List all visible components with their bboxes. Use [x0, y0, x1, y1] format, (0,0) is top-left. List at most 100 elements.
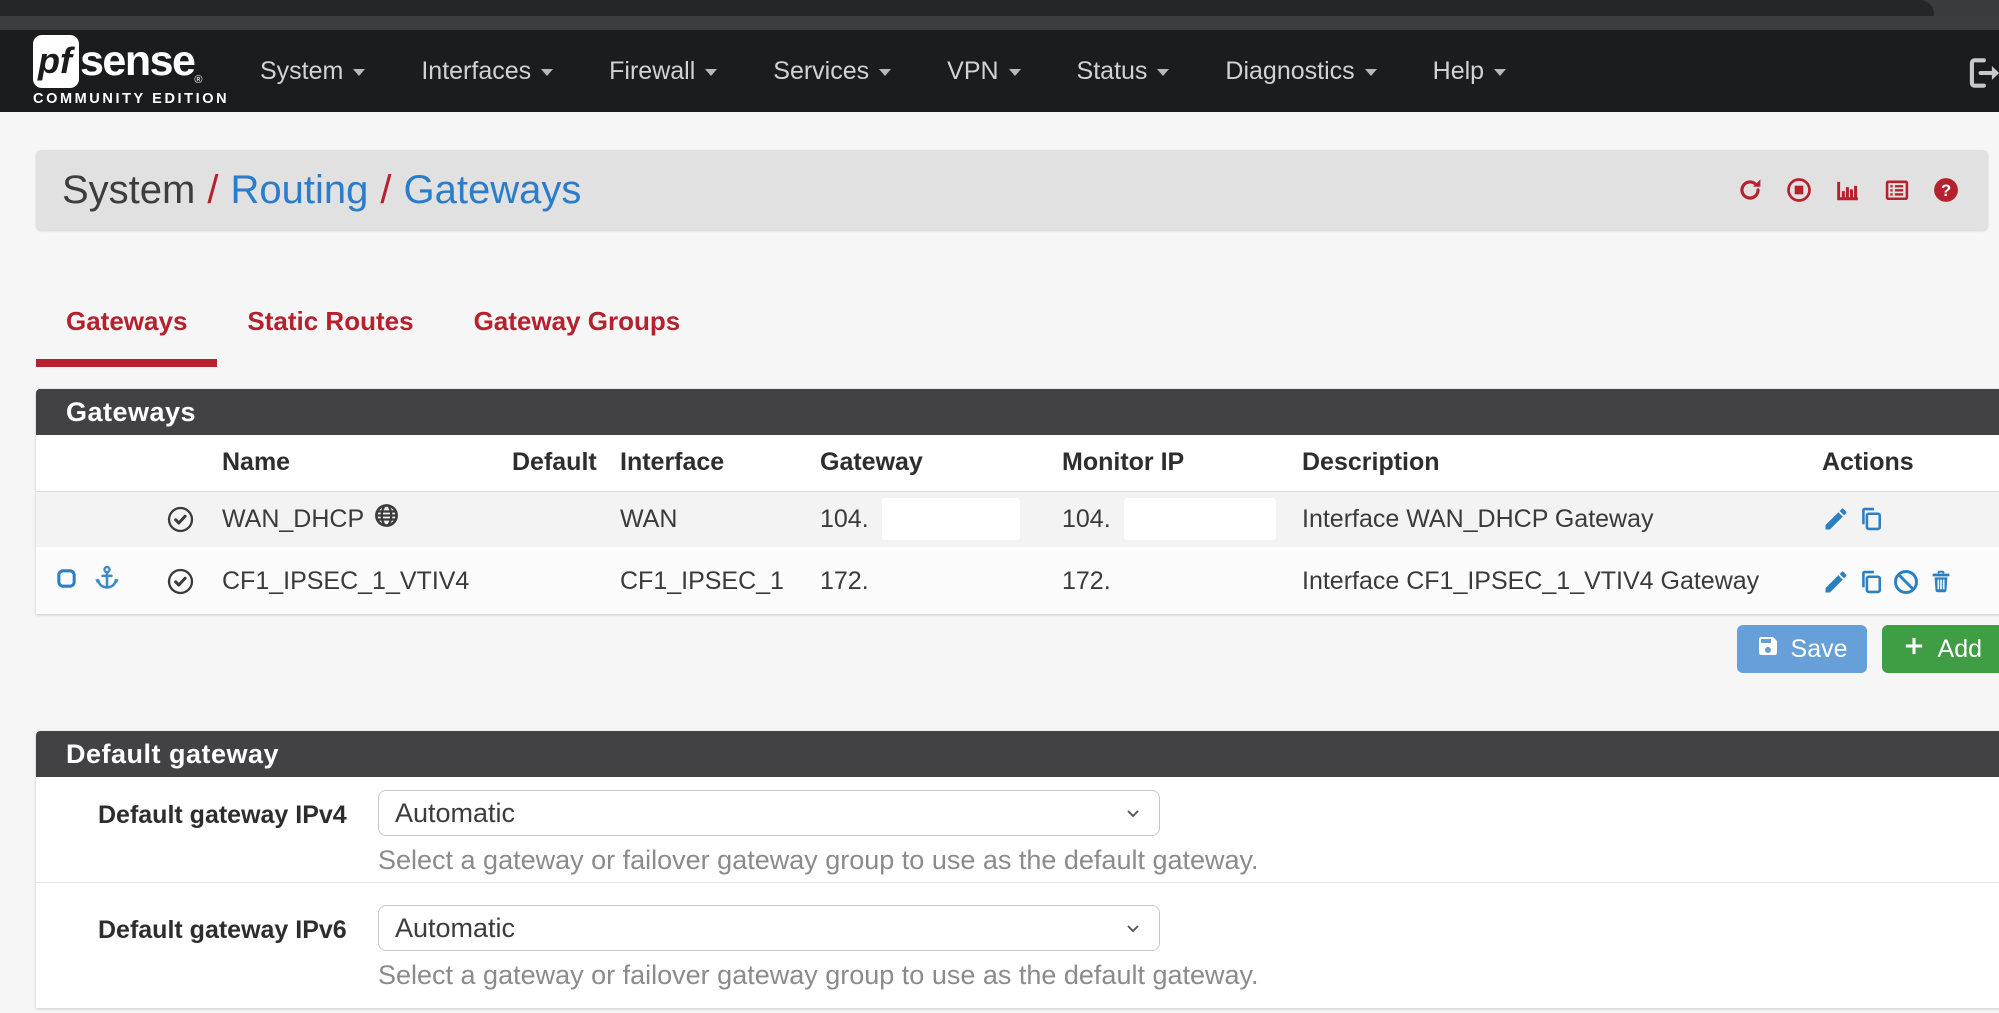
default-gateway-panel-title: Default gateway: [36, 731, 1999, 777]
gateways-buttons-row: Save Add: [36, 625, 1999, 673]
copy-icon[interactable]: [1857, 505, 1885, 533]
nav-item-services[interactable]: Services: [773, 57, 891, 86]
tab-bar: Gateways Static Routes Gateway Groups: [36, 280, 710, 367]
anchor-icon: [93, 564, 121, 599]
ban-icon[interactable]: [1892, 568, 1920, 596]
col-header-empty: [36, 435, 150, 491]
tab-gateway-groups[interactable]: Gateway Groups: [444, 280, 711, 367]
gateway-name: WAN_DHCP: [222, 505, 364, 534]
gateway-ip: 172.: [820, 567, 869, 595]
gateway-name: CF1_IPSEC_1_VTIV4: [222, 567, 469, 595]
redaction-box: [882, 498, 1020, 540]
chevron-down-icon: [541, 69, 553, 76]
nav-item-system[interactable]: System: [260, 57, 365, 86]
stop-icon[interactable]: [1785, 176, 1813, 204]
nav-item-help[interactable]: Help: [1433, 57, 1506, 86]
row-description-cell: Interface WAN_DHCP Gateway: [1290, 491, 1810, 548]
row-gateway-cell: 172.: [808, 548, 1050, 614]
bar-chart-icon[interactable]: [1834, 176, 1862, 204]
default-gateway-ipv6-label: Default gateway IPv6: [98, 916, 347, 945]
breadcrumb-system: System: [62, 168, 195, 213]
breadcrumb-routing-link[interactable]: Routing: [230, 168, 368, 213]
row-actions-cell: [1810, 491, 1999, 548]
chevron-down-icon: [1121, 801, 1145, 832]
col-header-name: Name: [210, 435, 500, 491]
nav-item-firewall[interactable]: Firewall: [609, 57, 717, 86]
redaction-box: [1124, 498, 1276, 540]
tab-static-routes[interactable]: Static Routes: [217, 280, 443, 367]
chevron-down-icon: [353, 69, 365, 76]
col-header-interface: Interface: [608, 435, 808, 491]
table-row-wan-dhcp: WAN_DHCP WAN 104. 104. Interface WAN_DHC…: [36, 491, 1999, 548]
trash-icon[interactable]: [1927, 568, 1955, 596]
breadcrumb-separator: /: [207, 168, 218, 213]
pfsense-logo[interactable]: pfsense® COMMUNITY EDITION: [33, 35, 215, 107]
tab-gateways[interactable]: Gateways: [36, 280, 217, 367]
window-title-strip: [0, 16, 1999, 30]
nav-item-status[interactable]: Status: [1077, 57, 1170, 86]
refresh-icon[interactable]: [1736, 176, 1764, 204]
monitor-ip: 172.: [1062, 567, 1111, 595]
row-monitor-cell: 172.: [1050, 548, 1290, 614]
check-circle-icon: [162, 505, 198, 534]
globe-icon: [373, 502, 400, 536]
nav-item-label: Help: [1433, 57, 1484, 86]
log-icon[interactable]: [1883, 176, 1911, 204]
logo-sense-text: sense: [80, 40, 194, 83]
gateways-panel: Gateways Name Default Interface Gateway …: [36, 389, 1999, 614]
select-value: Automatic: [395, 913, 515, 944]
chevron-down-icon: [879, 69, 891, 76]
logo-registered-mark: ®: [194, 74, 202, 86]
col-header-empty: [150, 435, 210, 491]
sign-out-icon[interactable]: [1964, 54, 1999, 97]
add-button[interactable]: Add: [1882, 625, 1999, 673]
default-gateway-ipv6-help: Select a gateway or failover gateway gro…: [378, 960, 1259, 991]
default-gateway-ipv4-help: Select a gateway or failover gateway gro…: [378, 845, 1259, 876]
row-default-cell: [500, 548, 608, 614]
breadcrumb-action-icons: ?: [1736, 176, 1960, 204]
table-row-cf1-ipsec: CF1_IPSEC_1_VTIV4 CF1_IPSEC_1 172. 172. …: [36, 548, 1999, 614]
nav-item-label: VPN: [947, 57, 998, 86]
edit-icon[interactable]: [1822, 568, 1850, 596]
save-button[interactable]: Save: [1737, 625, 1867, 673]
nav-item-label: Services: [773, 57, 869, 86]
square-icon: [55, 567, 78, 597]
gateway-ip: 104.: [820, 505, 869, 534]
default-gateway-ipv6-row: Default gateway IPv6 Automatic Select a …: [36, 883, 1999, 1008]
breadcrumb-panel: System / Routing / Gateways ?: [36, 150, 1988, 230]
nav-item-label: Interfaces: [421, 57, 531, 86]
page-content: System / Routing / Gateways ? Gateways S…: [0, 112, 1999, 1013]
select-value: Automatic: [395, 798, 515, 829]
save-icon: [1756, 634, 1780, 665]
default-gateway-ipv6-select[interactable]: Automatic: [378, 905, 1160, 951]
nav-item-label: Status: [1077, 57, 1148, 86]
monitor-ip: 104.: [1062, 505, 1111, 534]
default-gateway-ipv4-label: Default gateway IPv4: [98, 801, 347, 830]
row-name-cell: CF1_IPSEC_1_VTIV4: [210, 548, 500, 614]
breadcrumb-gateways-link[interactable]: Gateways: [403, 168, 581, 213]
row-left-icons-cell: [36, 491, 150, 548]
gateways-table: Name Default Interface Gateway Monitor I…: [36, 435, 1999, 614]
logo-edition-text: COMMUNITY EDITION: [33, 91, 215, 107]
top-navbar: pfsense® COMMUNITY EDITION System Interf…: [0, 30, 1999, 112]
nav-item-label: Diagnostics: [1225, 57, 1354, 86]
plus-icon: [1901, 633, 1927, 666]
col-header-gateway: Gateway: [808, 435, 1050, 491]
breadcrumb-separator: /: [380, 168, 391, 213]
row-interface-cell: WAN: [608, 491, 808, 548]
row-status-cell: [150, 548, 210, 614]
row-gateway-cell: 104.: [808, 491, 1050, 548]
breadcrumb: System / Routing / Gateways: [62, 168, 581, 213]
nav-item-interfaces[interactable]: Interfaces: [421, 57, 553, 86]
nav-item-vpn[interactable]: VPN: [947, 57, 1020, 86]
edit-icon[interactable]: [1822, 505, 1850, 533]
nav-item-diagnostics[interactable]: Diagnostics: [1225, 57, 1376, 86]
browser-tab: [0, 0, 1934, 16]
save-button-label: Save: [1791, 635, 1848, 664]
default-gateway-ipv4-select[interactable]: Automatic: [378, 790, 1160, 836]
row-status-cell: [150, 491, 210, 548]
row-monitor-cell: 104.: [1050, 491, 1290, 548]
help-icon[interactable]: ?: [1932, 176, 1960, 204]
copy-icon[interactable]: [1857, 568, 1885, 596]
add-button-label: Add: [1938, 635, 1982, 664]
